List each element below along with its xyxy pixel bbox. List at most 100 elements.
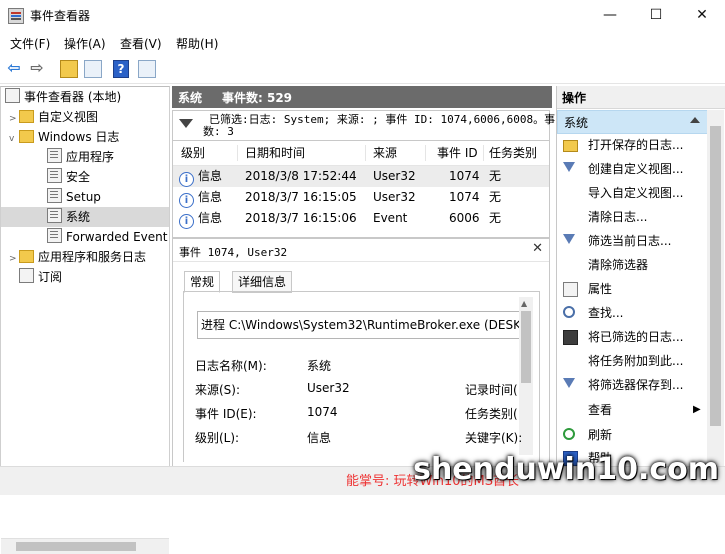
tree-root[interactable]: 事件查看器 (本地) [1,87,169,107]
row-event-id: 6006 [449,211,480,225]
event-count: 事件数: 529 [222,91,293,105]
log-header: 系统 事件数: 529 [172,86,552,108]
filter-create-icon [563,162,575,172]
log-icon [47,168,62,183]
log-icon [47,148,62,163]
process-description[interactable]: 进程 C:\Windows\System32\RuntimeBroker.exe… [197,311,522,339]
action-filter-current-log[interactable]: 筛选当前日志... [557,229,707,253]
tree-item-app-services-logs[interactable]: > 应用程序和服务日志 [1,247,169,267]
tree-item-custom-views[interactable]: > 自定义视图 [1,107,169,127]
menu-help[interactable]: 帮助(H) [176,35,218,52]
task-category-label: 任务类别( [465,407,518,421]
expand-chevron-icon[interactable]: > [9,249,19,269]
show-hide-action-pane-icon[interactable] [138,60,156,78]
detail-title-bar: 事件 1074, User32 ✕ [173,239,549,262]
level-label: 级别(L): [195,431,240,445]
close-icon[interactable]: ✕ [532,241,543,256]
scroll-up-icon[interactable]: ▲ [521,299,527,308]
column-divider[interactable] [237,145,238,161]
watermark-large: shenduwin10.com [413,452,719,487]
expand-chevron-icon[interactable]: > [9,109,19,129]
tree-item-subscriptions[interactable]: 订阅 [1,267,169,287]
submenu-arrow-icon: ▶ [693,404,701,415]
menu-view[interactable]: 查看(V) [120,35,162,52]
actions-section-system[interactable]: 系统 [557,110,709,134]
collapse-caret-icon[interactable] [690,117,700,123]
tree-item-application[interactable]: 应用程序 [1,147,169,167]
source-label: 来源(S): [195,383,241,397]
filter-save-icon [563,378,575,388]
row-level: 信息 [198,190,223,204]
column-divider[interactable] [365,145,366,161]
action-open-saved-log[interactable]: 打开保存的日志... [557,133,707,157]
keywords-label: 关键字(K): [465,431,523,445]
actions-title: 操作 [562,91,587,105]
collapse-chevron-icon[interactable]: v [9,129,19,149]
action-view[interactable]: 查看 ▶ [557,398,707,422]
column-divider[interactable] [483,145,484,161]
column-datetime[interactable]: 日期和时间 [245,141,305,165]
tree-item-label: Setup [66,190,101,204]
menu-action[interactable]: 操作(A) [64,35,106,52]
level-value[interactable]: 信息 [307,429,331,446]
action-save-filter[interactable]: 将筛选器保存到... [557,373,707,397]
column-divider[interactable] [425,145,426,161]
scrollbar-thumb[interactable] [521,311,531,383]
actions-section-label: 系统 [564,116,589,130]
logged-label: 记录时间( [465,383,518,397]
action-create-custom-view[interactable]: 创建自定义视图... [557,157,707,181]
table-row[interactable]: i 信息 2018/3/7 16:15:05 User32 1074 无 [173,187,549,208]
menu-file[interactable]: 文件(F) [10,35,50,52]
action-refresh[interactable]: 刷新 [557,423,707,447]
tree-item-label: 自定义视图 [38,110,99,124]
action-find[interactable]: 查找... [557,301,707,325]
action-properties[interactable]: 属性 [557,277,707,301]
tree-item-label: 系统 [66,210,91,224]
tree-item-setup[interactable]: Setup [1,187,169,207]
tree-item-label: Windows 日志 [38,130,120,144]
action-clear-log[interactable]: 清除日志... [557,205,707,229]
log-name-label: 日志名称(M): [195,359,267,373]
scrollbar-thumb[interactable] [16,542,136,551]
actions-vertical-scrollbar[interactable] [707,110,724,466]
help-icon[interactable]: ? [113,60,129,78]
tree-item-security[interactable]: 安全 [1,167,169,187]
action-import-custom-view[interactable]: 导入自定义视图... [557,181,707,205]
close-button[interactable]: ✕ [679,0,725,31]
actions-pane: 操作 系统 打开保存的日志... 创建自定义视图... 导入自定义视图... 清… [556,86,725,466]
table-row[interactable]: i 信息 2018/3/8 17:52:44 User32 1074 无 [173,166,549,187]
event-list: 级别 日期和时间 来源 事件 ID 任务类别 i 信息 2018/3/8 17:5… [172,140,550,238]
column-task-category[interactable]: 任务类别 [489,141,537,165]
log-name: 系统 [178,91,203,105]
tree-item-label: 应用程序 [66,150,115,164]
minimize-button[interactable]: — [587,0,633,31]
column-source[interactable]: 来源 [373,141,397,165]
tree-item-system[interactable]: 系统 [1,207,169,227]
show-hide-tree-icon[interactable] [84,60,102,78]
console-tree: 事件查看器 (本地) > 自定义视图 v Windows 日志 应用程序 安全 Se… [0,86,170,554]
source-value[interactable]: User32 [307,381,350,395]
tab-details[interactable]: 详细信息 [232,271,293,293]
action-attach-task[interactable]: 将任务附加到此... [557,349,707,373]
row-source: User32 [373,190,416,204]
back-arrow-icon[interactable]: ⇦ [4,58,24,78]
log-icon [47,228,62,243]
event-list-header: 级别 日期和时间 来源 事件 ID 任务类别 [173,141,549,166]
action-clear-filter[interactable]: 清除筛选器 [557,253,707,277]
maximize-button[interactable]: ☐ [633,0,679,31]
tree-item-windows-logs[interactable]: v Windows 日志 [1,127,169,147]
event-id-value[interactable]: 1074 [307,405,338,419]
column-event-id[interactable]: 事件 ID [437,141,478,165]
tree-horizontal-scrollbar[interactable] [1,538,169,554]
action-save-filtered-log[interactable]: 将已筛选的日志... [557,325,707,349]
tree-item-label: 安全 [66,170,91,184]
scrollbar-thumb[interactable] [710,126,721,426]
table-row[interactable]: i 信息 2018/3/7 16:15:06 Event 6006 无 [173,208,549,229]
up-folder-icon[interactable] [60,60,78,78]
forward-arrow-icon[interactable]: ⇨ [27,58,47,78]
tab-general[interactable]: 常规 [184,271,221,293]
column-level[interactable]: 级别 [181,141,205,165]
tree-item-forwarded-events[interactable]: Forwarded Event [1,227,169,247]
actions-header: 操作 [557,86,725,109]
log-name-value[interactable]: 系统 [307,357,331,374]
